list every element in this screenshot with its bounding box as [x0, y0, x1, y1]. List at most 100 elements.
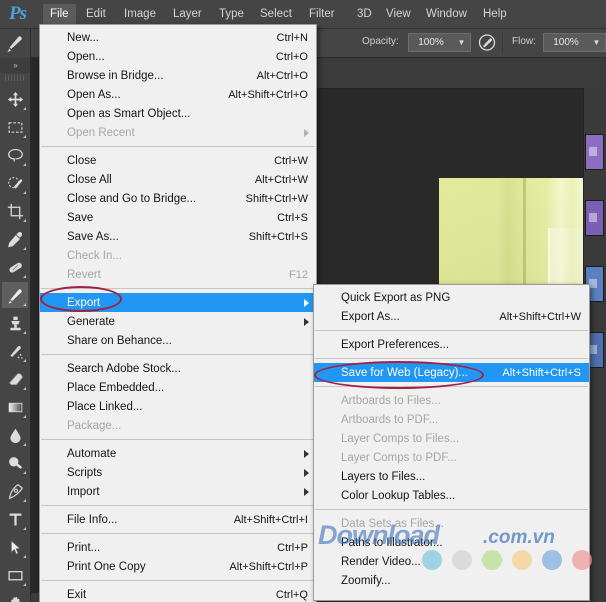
gradient-tool[interactable]: [2, 394, 28, 420]
menu-item-label: Close All: [67, 174, 112, 186]
quick-selection-tool[interactable]: [2, 170, 28, 196]
menu-item-artboards-to-pdf: Artboards to PDF...: [314, 410, 589, 429]
menu-item-exit[interactable]: ExitCtrl+Q: [40, 585, 316, 602]
type-tool[interactable]: [2, 506, 28, 532]
menu-item-paths-to-illustrator[interactable]: Paths to Illustrator...: [314, 533, 589, 552]
menu-separator: [41, 505, 315, 506]
menu-item-file-info[interactable]: File Info...Alt+Shift+Ctrl+I: [40, 510, 316, 529]
menu-separator: [315, 509, 588, 510]
export-submenu-dropdown[interactable]: Quick Export as PNGExport As...Alt+Shift…: [313, 284, 590, 601]
menu-type[interactable]: Type: [212, 4, 251, 24]
menu-item-close[interactable]: CloseCtrl+W: [40, 151, 316, 170]
menu-item-label: Save: [67, 212, 93, 224]
menu-layer[interactable]: Layer: [166, 4, 209, 24]
menu-item-zoomify[interactable]: Zoomify...: [314, 571, 589, 590]
hand-tool[interactable]: [2, 590, 28, 602]
rectangular-marquee-tool[interactable]: [2, 114, 28, 140]
menu-item-save[interactable]: SaveCtrl+S: [40, 208, 316, 227]
menu-item-label: Export As...: [341, 311, 400, 323]
flow-chevron-down-icon[interactable]: ▼: [588, 33, 606, 52]
menu-file[interactable]: File: [43, 4, 76, 24]
menu-item-new[interactable]: New...Ctrl+N: [40, 28, 316, 47]
panel-chip-purple[interactable]: [585, 134, 604, 170]
history-brush-tool[interactable]: [2, 338, 28, 364]
menu-item-quick-export-as-png[interactable]: Quick Export as PNG: [314, 288, 589, 307]
crop-tool[interactable]: [2, 198, 28, 224]
menu-item-print-one-copy[interactable]: Print One CopyAlt+Shift+Ctrl+P: [40, 557, 316, 576]
menu-item-render-video[interactable]: Render Video...: [314, 552, 589, 571]
menu-filter[interactable]: Filter: [302, 4, 342, 24]
path-selection-tool[interactable]: [2, 534, 28, 560]
menu-3d[interactable]: 3D: [350, 4, 379, 24]
menu-item-label: Artboards to Files...: [341, 395, 441, 407]
menu-item-search-adobe-stock[interactable]: Search Adobe Stock...: [40, 359, 316, 378]
menu-item-export-as[interactable]: Export As...Alt+Shift+Ctrl+W: [314, 307, 589, 326]
pen-tool[interactable]: [2, 478, 28, 504]
brush-icon: [2, 30, 28, 56]
menu-item-scripts[interactable]: Scripts: [40, 463, 316, 482]
flow-value-field[interactable]: 100%: [543, 33, 589, 52]
menu-image[interactable]: Image: [117, 4, 163, 24]
menu-item-label: Export: [67, 297, 100, 309]
menu-item-import[interactable]: Import: [40, 482, 316, 501]
menu-item-export-preferences[interactable]: Export Preferences...: [314, 335, 589, 354]
blur-tool[interactable]: [2, 422, 28, 448]
eyedropper-tool[interactable]: [2, 226, 28, 252]
dodge-tool[interactable]: [2, 450, 28, 476]
menu-select[interactable]: Select: [253, 4, 299, 24]
menu-item-label: Automate: [67, 448, 116, 460]
menu-item-print[interactable]: Print...Ctrl+P: [40, 538, 316, 557]
opacity-chevron-down-icon[interactable]: ▼: [453, 33, 471, 52]
menu-item-share-on-behance[interactable]: Share on Behance...: [40, 331, 316, 350]
menu-help[interactable]: Help: [476, 4, 514, 24]
menu-item-label: Place Embedded...: [67, 382, 164, 394]
file-menu-dropdown[interactable]: New...Ctrl+NOpen...Ctrl+OBrowse in Bridg…: [39, 24, 317, 602]
toolbar-collapse-button[interactable]: »: [0, 59, 30, 73]
menu-separator: [315, 358, 588, 359]
panel-chip-violet[interactable]: [585, 200, 604, 236]
menu-item-label: Open...: [67, 51, 105, 63]
move-tool[interactable]: [2, 86, 28, 112]
menu-item-place-embedded[interactable]: Place Embedded...: [40, 378, 316, 397]
menu-window[interactable]: Window: [419, 4, 474, 24]
airbrush-icon[interactable]: [477, 33, 497, 52]
menu-item-place-linked[interactable]: Place Linked...: [40, 397, 316, 416]
opacity-value-field[interactable]: 100%: [408, 33, 454, 52]
brush-tool[interactable]: [2, 282, 28, 308]
menu-item-shortcut: Alt+Ctrl+W: [241, 174, 308, 186]
menu-item-shortcut: Shift+Ctrl+W: [232, 193, 308, 205]
lasso-tool[interactable]: [2, 142, 28, 168]
tools-panel[interactable]: »: [0, 28, 31, 602]
submenu-arrow-icon: [304, 469, 309, 477]
menu-item-generate[interactable]: Generate: [40, 312, 316, 331]
menu-item-label: Paths to Illustrator...: [341, 537, 443, 549]
menu-item-open[interactable]: Open...Ctrl+O: [40, 47, 316, 66]
menu-item-browse-in-bridge[interactable]: Browse in Bridge...Alt+Ctrl+O: [40, 66, 316, 85]
menu-item-label: Browse in Bridge...: [67, 70, 164, 82]
menu-view[interactable]: View: [379, 4, 418, 24]
menu-item-save-for-web-legacy[interactable]: Save for Web (Legacy)...Alt+Shift+Ctrl+S: [314, 363, 589, 382]
menu-item-open-as[interactable]: Open As...Alt+Shift+Ctrl+O: [40, 85, 316, 104]
menu-item-shortcut: Alt+Shift+Ctrl+I: [220, 514, 308, 526]
menu-item-export[interactable]: Export: [40, 293, 316, 312]
menu-separator: [41, 354, 315, 355]
menu-item-close-all[interactable]: Close All Alt+Ctrl+W: [40, 170, 316, 189]
menu-item-label: Share on Behance...: [67, 335, 172, 347]
menu-item-save-as[interactable]: Save As...Shift+Ctrl+S: [40, 227, 316, 246]
menu-item-layers-to-files[interactable]: Layers to Files...: [314, 467, 589, 486]
rectangle-tool[interactable]: [2, 562, 28, 588]
toolbar-drag-grip[interactable]: [5, 75, 25, 81]
menu-edit[interactable]: Edit: [79, 4, 113, 24]
healing-brush-tool[interactable]: [2, 254, 28, 280]
menu-item-label: Check In...: [67, 250, 122, 262]
menu-item-revert: RevertF12: [40, 265, 316, 284]
eraser-tool[interactable]: [2, 366, 28, 392]
menu-item-open-as-smart-object[interactable]: Open as Smart Object...: [40, 104, 316, 123]
menu-separator: [315, 330, 588, 331]
clone-stamp-tool[interactable]: [2, 310, 28, 336]
menu-item-color-lookup-tables[interactable]: Color Lookup Tables...: [314, 486, 589, 505]
menu-item-label: Data Sets as Files...: [341, 518, 444, 530]
menu-item-close-and-go-to-bridge[interactable]: Close and Go to Bridge...Shift+Ctrl+W: [40, 189, 316, 208]
menu-item-automate[interactable]: Automate: [40, 444, 316, 463]
menu-item-label: New...: [67, 32, 99, 44]
